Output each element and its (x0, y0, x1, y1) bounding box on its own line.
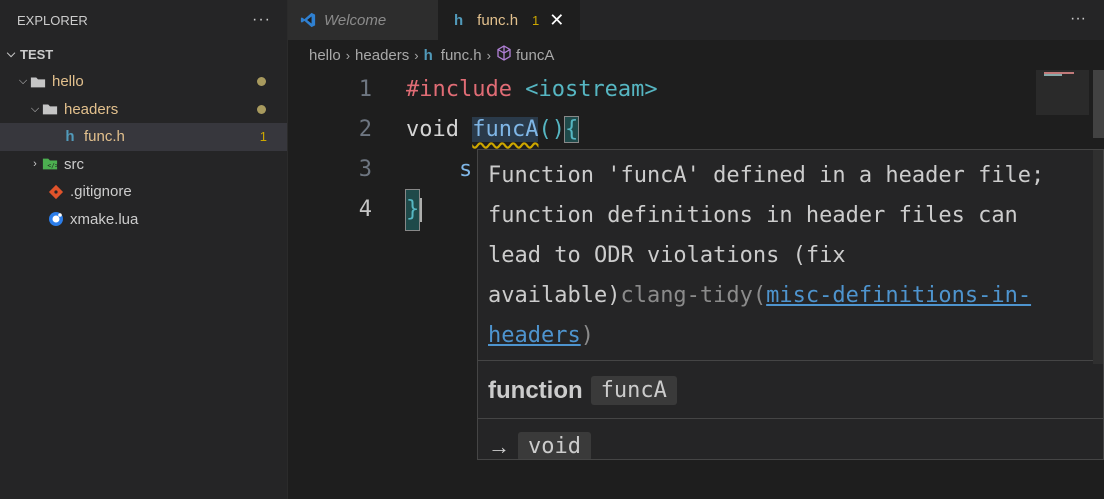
code-line: 1 #include <iostream> (288, 70, 1028, 110)
text-cursor (420, 198, 422, 222)
warning-squiggle: funcA (472, 117, 539, 142)
return-type: → void (488, 432, 591, 459)
folder-src-icon: </> (42, 156, 58, 172)
symbol-method-icon (496, 45, 512, 65)
diagnostic-source: clang-tidy( (620, 283, 767, 308)
workspace-section[interactable]: ⌵ TEST (0, 40, 287, 68)
chevron-right-icon: › (33, 158, 37, 171)
explorer-sidebar: EXPLORER ··· ⌵ TEST ⌵ hello ⌵ headers h … (0, 0, 288, 499)
diagnostic-message: Function 'funcA' defined in a header fil… (488, 163, 1045, 348)
tree-item-headers[interactable]: ⌵ headers (0, 96, 287, 124)
symbol-signature: function funcA (488, 376, 677, 405)
chevron-right-icon: › (414, 47, 419, 63)
breadcrumb-item[interactable]: headers (355, 47, 409, 64)
breadcrumb: hello › headers › h func.h › funcA (309, 42, 554, 68)
code-text: #include <iostream> (406, 77, 658, 102)
code-text: } (404, 189, 421, 231)
tree-item-label: .gitignore (70, 183, 132, 201)
explorer-title: EXPLORER (17, 12, 88, 28)
tree-item-func-h[interactable]: h func.h 1 (0, 123, 287, 151)
line-number: 1 (358, 77, 372, 102)
breadcrumb-item[interactable]: func.h (441, 47, 482, 64)
code-text: s (406, 157, 473, 182)
breadcrumb-item[interactable]: hello (309, 47, 341, 64)
c-header-file-icon: h (65, 128, 75, 146)
workspace-title: TEST (20, 46, 54, 62)
c-header-file-icon: h (423, 46, 433, 64)
line-number: 3 (358, 157, 372, 182)
close-icon[interactable]: ✕ (549, 10, 564, 31)
return-type-value: void (518, 432, 591, 459)
editor-more-actions-icon[interactable]: ··· (1070, 10, 1086, 28)
tab-func-h[interactable]: h func.h 1 ✕ (438, 0, 580, 40)
vertical-scrollbar[interactable] (1093, 70, 1104, 138)
problem-count-badge: 1 (532, 12, 540, 28)
editor-tab-bar: Welcome h func.h 1 ✕ ··· (288, 0, 1104, 40)
tree-item-label: hello (52, 73, 84, 91)
tree-item-gitignore[interactable]: .gitignore (0, 178, 287, 206)
symbol-name: funcA (590, 376, 677, 405)
line-number: 2 (358, 117, 372, 142)
tab-label: func.h (477, 11, 519, 29)
tree-item-label: func.h (84, 128, 125, 146)
tree-item-label: src (64, 155, 84, 173)
lua-icon (48, 211, 64, 227)
tree-item-xmake-lua[interactable]: xmake.lua (0, 206, 287, 234)
chevron-right-icon: › (345, 47, 351, 63)
code-line: 2 void funcA(){ (288, 110, 1028, 150)
rule-link[interactable]: headers (488, 323, 581, 348)
folder-open-icon (30, 74, 46, 90)
folder-open-icon (42, 101, 58, 117)
tree-item-label: xmake.lua (70, 210, 139, 228)
chevron-down-icon: ⌵ (6, 47, 16, 60)
svg-text:</>: </> (47, 163, 58, 170)
tab-label: Welcome (324, 11, 387, 29)
modified-indicator (257, 104, 266, 114)
modified-indicator (257, 77, 266, 87)
tree-item-label: headers (64, 100, 119, 118)
divider (478, 418, 1103, 419)
tree-item-hello[interactable]: ⌵ hello (0, 68, 287, 96)
line-number: 4 (358, 197, 372, 222)
breadcrumb-item[interactable]: funcA (516, 47, 554, 64)
chevron-down-icon: ⌵ (18, 75, 28, 88)
hover-scrollbar[interactable] (1093, 150, 1103, 364)
code-text: void funcA(){ (406, 116, 580, 143)
chevron-right-icon: › (486, 47, 491, 63)
chevron-down-icon: ⌵ (30, 102, 40, 115)
git-icon (48, 184, 64, 200)
explorer-header: EXPLORER ··· (0, 0, 287, 40)
problem-count-badge: 1 (259, 129, 267, 145)
explorer-more-actions-icon[interactable]: ··· (252, 11, 271, 29)
tree-item-src[interactable]: › </> src (0, 151, 287, 179)
arrow-right-icon: → (488, 433, 510, 459)
c-header-file-icon: h (454, 11, 464, 29)
minimap[interactable] (1036, 70, 1089, 115)
divider (478, 360, 1103, 361)
rule-link[interactable]: misc-definitions-in- (766, 283, 1031, 308)
vscode-icon (300, 12, 316, 28)
tab-welcome[interactable]: Welcome (288, 0, 438, 40)
hover-tooltip: Function 'funcA' defined in a header fil… (477, 149, 1104, 460)
